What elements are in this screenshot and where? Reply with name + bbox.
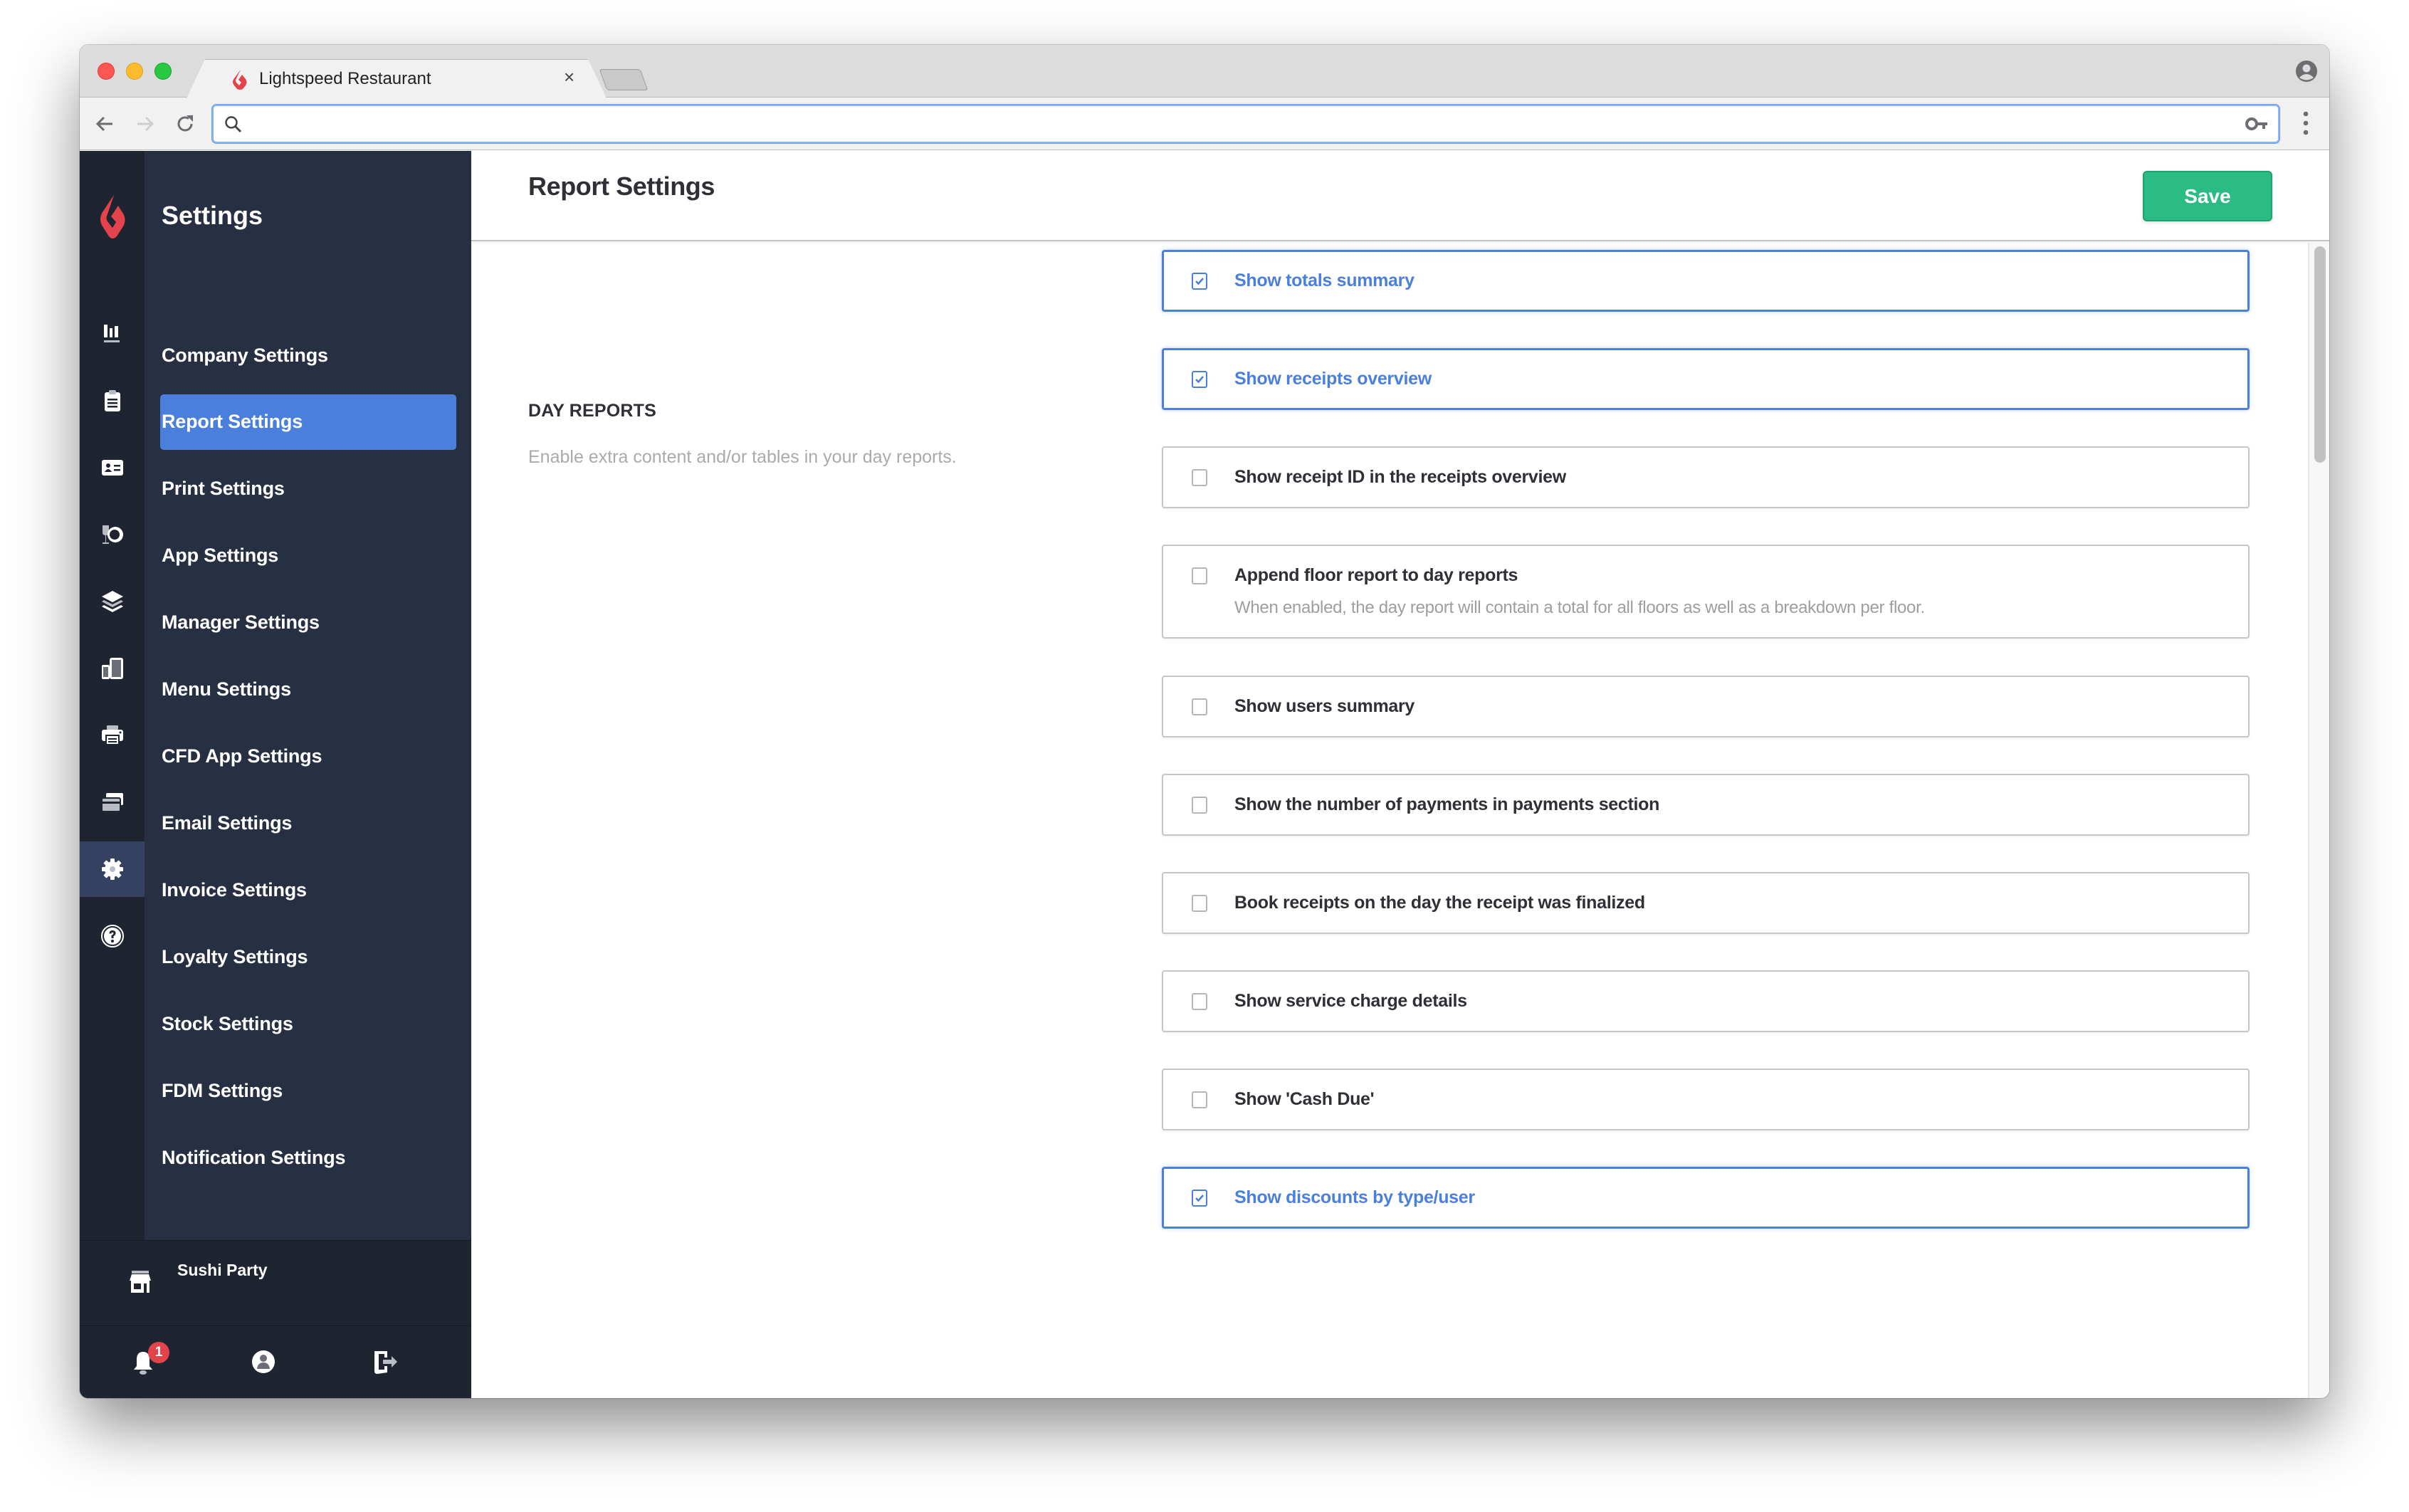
checkbox-checked[interactable]: [1192, 273, 1207, 290]
nav-item-menu-settings[interactable]: Menu Settings: [145, 662, 471, 718]
forward-arrow-icon[interactable]: [135, 113, 156, 135]
option-card[interactable]: Book receipts on the day the receipt was…: [1162, 872, 2250, 934]
reload-icon[interactable]: [174, 113, 196, 135]
notification-badge: 1: [148, 1342, 169, 1363]
nav-item-manager-settings[interactable]: Manager Settings: [145, 595, 471, 651]
section-title: DAY REPORTS: [528, 401, 657, 421]
option-card[interactable]: Show users summary: [1162, 676, 2250, 737]
main-content: Report Settings Save DAY REPORTS Enable …: [471, 151, 2329, 1398]
browser-toolbar: [80, 98, 2329, 150]
browser-window: Lightspeed Restaurant × Settings Company…: [80, 45, 2329, 1398]
checkbox-unchecked[interactable]: [1192, 469, 1207, 486]
icon-rail: [80, 151, 145, 1398]
option-label: Append floor report to day reports: [1234, 565, 1518, 585]
nav-item-stock-settings[interactable]: Stock Settings: [145, 997, 471, 1052]
store-selector[interactable]: Sushi Party: [80, 1240, 471, 1326]
checkbox-unchecked[interactable]: [1192, 895, 1207, 912]
checkbox-unchecked[interactable]: [1192, 698, 1207, 715]
address-input[interactable]: [253, 110, 2221, 137]
nav-item-fdm-settings[interactable]: FDM Settings: [145, 1064, 471, 1119]
option-card[interactable]: Append floor report to day reports When e…: [1162, 545, 2250, 639]
checkmark-icon: [1195, 278, 1204, 285]
layers-icon[interactable]: [80, 574, 145, 629]
option-card[interactable]: Show receipts overview: [1162, 348, 2250, 410]
option-card[interactable]: Show service charge details: [1162, 970, 2250, 1032]
search-icon: [225, 116, 242, 133]
checkbox-unchecked[interactable]: [1192, 797, 1207, 814]
tab-strip: Lightspeed Restaurant ×: [80, 45, 2329, 98]
option-label: Show the number of payments in payments …: [1234, 794, 1660, 814]
option-label: Show users summary: [1234, 696, 1415, 716]
checkmark-icon: [1195, 376, 1204, 384]
page-header: Report Settings Save: [471, 151, 2329, 241]
checkmark-icon: [1195, 1195, 1204, 1202]
nav-item-company-settings[interactable]: Company Settings: [145, 328, 471, 384]
checkbox-unchecked[interactable]: [1192, 993, 1207, 1010]
clipboard-icon[interactable]: [80, 373, 145, 429]
minimize-window-button[interactable]: [126, 63, 143, 80]
tab-close-icon[interactable]: ×: [564, 66, 574, 88]
nav-item-report-settings[interactable]: Report Settings: [145, 394, 471, 450]
key-icon[interactable]: [2245, 116, 2268, 132]
checkbox-unchecked[interactable]: [1192, 567, 1207, 584]
tab-title: Lightspeed Restaurant: [259, 69, 431, 88]
back-arrow-icon[interactable]: [94, 113, 115, 135]
scrollbar-thumb[interactable]: [2314, 246, 2326, 463]
devices-icon[interactable]: [80, 641, 145, 696]
glass-plate-icon[interactable]: [80, 507, 145, 562]
option-card[interactable]: Show the number of payments in payments …: [1162, 774, 2250, 836]
save-button[interactable]: Save: [2143, 171, 2272, 221]
option-label: Book receipts on the day the receipt was…: [1234, 893, 1645, 913]
option-label: Show service charge details: [1234, 991, 1467, 1011]
gear-icon[interactable]: [80, 841, 145, 897]
sidebar-footer: 1: [80, 1326, 471, 1398]
store-name: Sushi Party: [177, 1261, 268, 1279]
option-label: Show discounts by type/user: [1234, 1187, 1475, 1207]
close-window-button[interactable]: [98, 63, 115, 80]
checkbox-checked[interactable]: [1192, 371, 1207, 388]
nav-item-app-settings[interactable]: App Settings: [145, 528, 471, 584]
option-description: When enabled, the day report will contai…: [1234, 598, 1925, 617]
help-icon[interactable]: [80, 908, 145, 964]
page-title: Report Settings: [528, 172, 715, 201]
nav-item-email-settings[interactable]: Email Settings: [145, 796, 471, 851]
checkbox-checked[interactable]: [1192, 1190, 1207, 1207]
nav-item-notification-settings[interactable]: Notification Settings: [145, 1130, 471, 1186]
checkbox-unchecked[interactable]: [1192, 1091, 1207, 1108]
id-card-icon[interactable]: [80, 440, 145, 495]
settings-nav: Settings Company Settings Report Setting…: [145, 151, 471, 1398]
nav-item-cfd-app-settings[interactable]: CFD App Settings: [145, 729, 471, 784]
cards-icon[interactable]: [80, 775, 145, 830]
option-card[interactable]: Show discounts by type/user: [1162, 1167, 2250, 1229]
lightspeed-favicon-icon: [233, 70, 247, 90]
option-label: Show receipts overview: [1234, 369, 1432, 389]
option-label: Show receipt ID in the receipts overview: [1234, 467, 1566, 487]
section-description: Enable extra content and/or tables in yo…: [528, 447, 957, 467]
nav-item-print-settings[interactable]: Print Settings: [145, 461, 471, 517]
nav-title: Settings: [162, 201, 263, 230]
profile-icon[interactable]: [2295, 60, 2318, 83]
logout-icon[interactable]: [370, 1348, 399, 1376]
option-card[interactable]: Show 'Cash Due': [1162, 1069, 2250, 1130]
nav-item-loyalty-settings[interactable]: Loyalty Settings: [145, 930, 471, 985]
option-label: Show totals summary: [1234, 271, 1415, 290]
scrollbar[interactable]: [2308, 243, 2329, 1398]
option-label: Show 'Cash Due': [1234, 1089, 1375, 1109]
printer-icon[interactable]: [80, 708, 145, 763]
address-bar[interactable]: [212, 105, 2279, 143]
maximize-window-button[interactable]: [154, 63, 172, 80]
store-icon: [130, 1271, 151, 1293]
more-menu-icon[interactable]: [2302, 110, 2309, 136]
reports-chart-icon[interactable]: [80, 306, 145, 362]
option-card[interactable]: Show totals summary: [1162, 250, 2250, 312]
user-account-icon[interactable]: [249, 1348, 278, 1376]
nav-item-invoice-settings[interactable]: Invoice Settings: [145, 863, 471, 918]
option-card[interactable]: Show receipt ID in the receipts overview: [1162, 446, 2250, 508]
lightspeed-logo-icon[interactable]: [98, 194, 127, 242]
new-tab-button[interactable]: [599, 69, 649, 90]
app-container: Settings Company Settings Report Setting…: [80, 151, 2329, 1398]
